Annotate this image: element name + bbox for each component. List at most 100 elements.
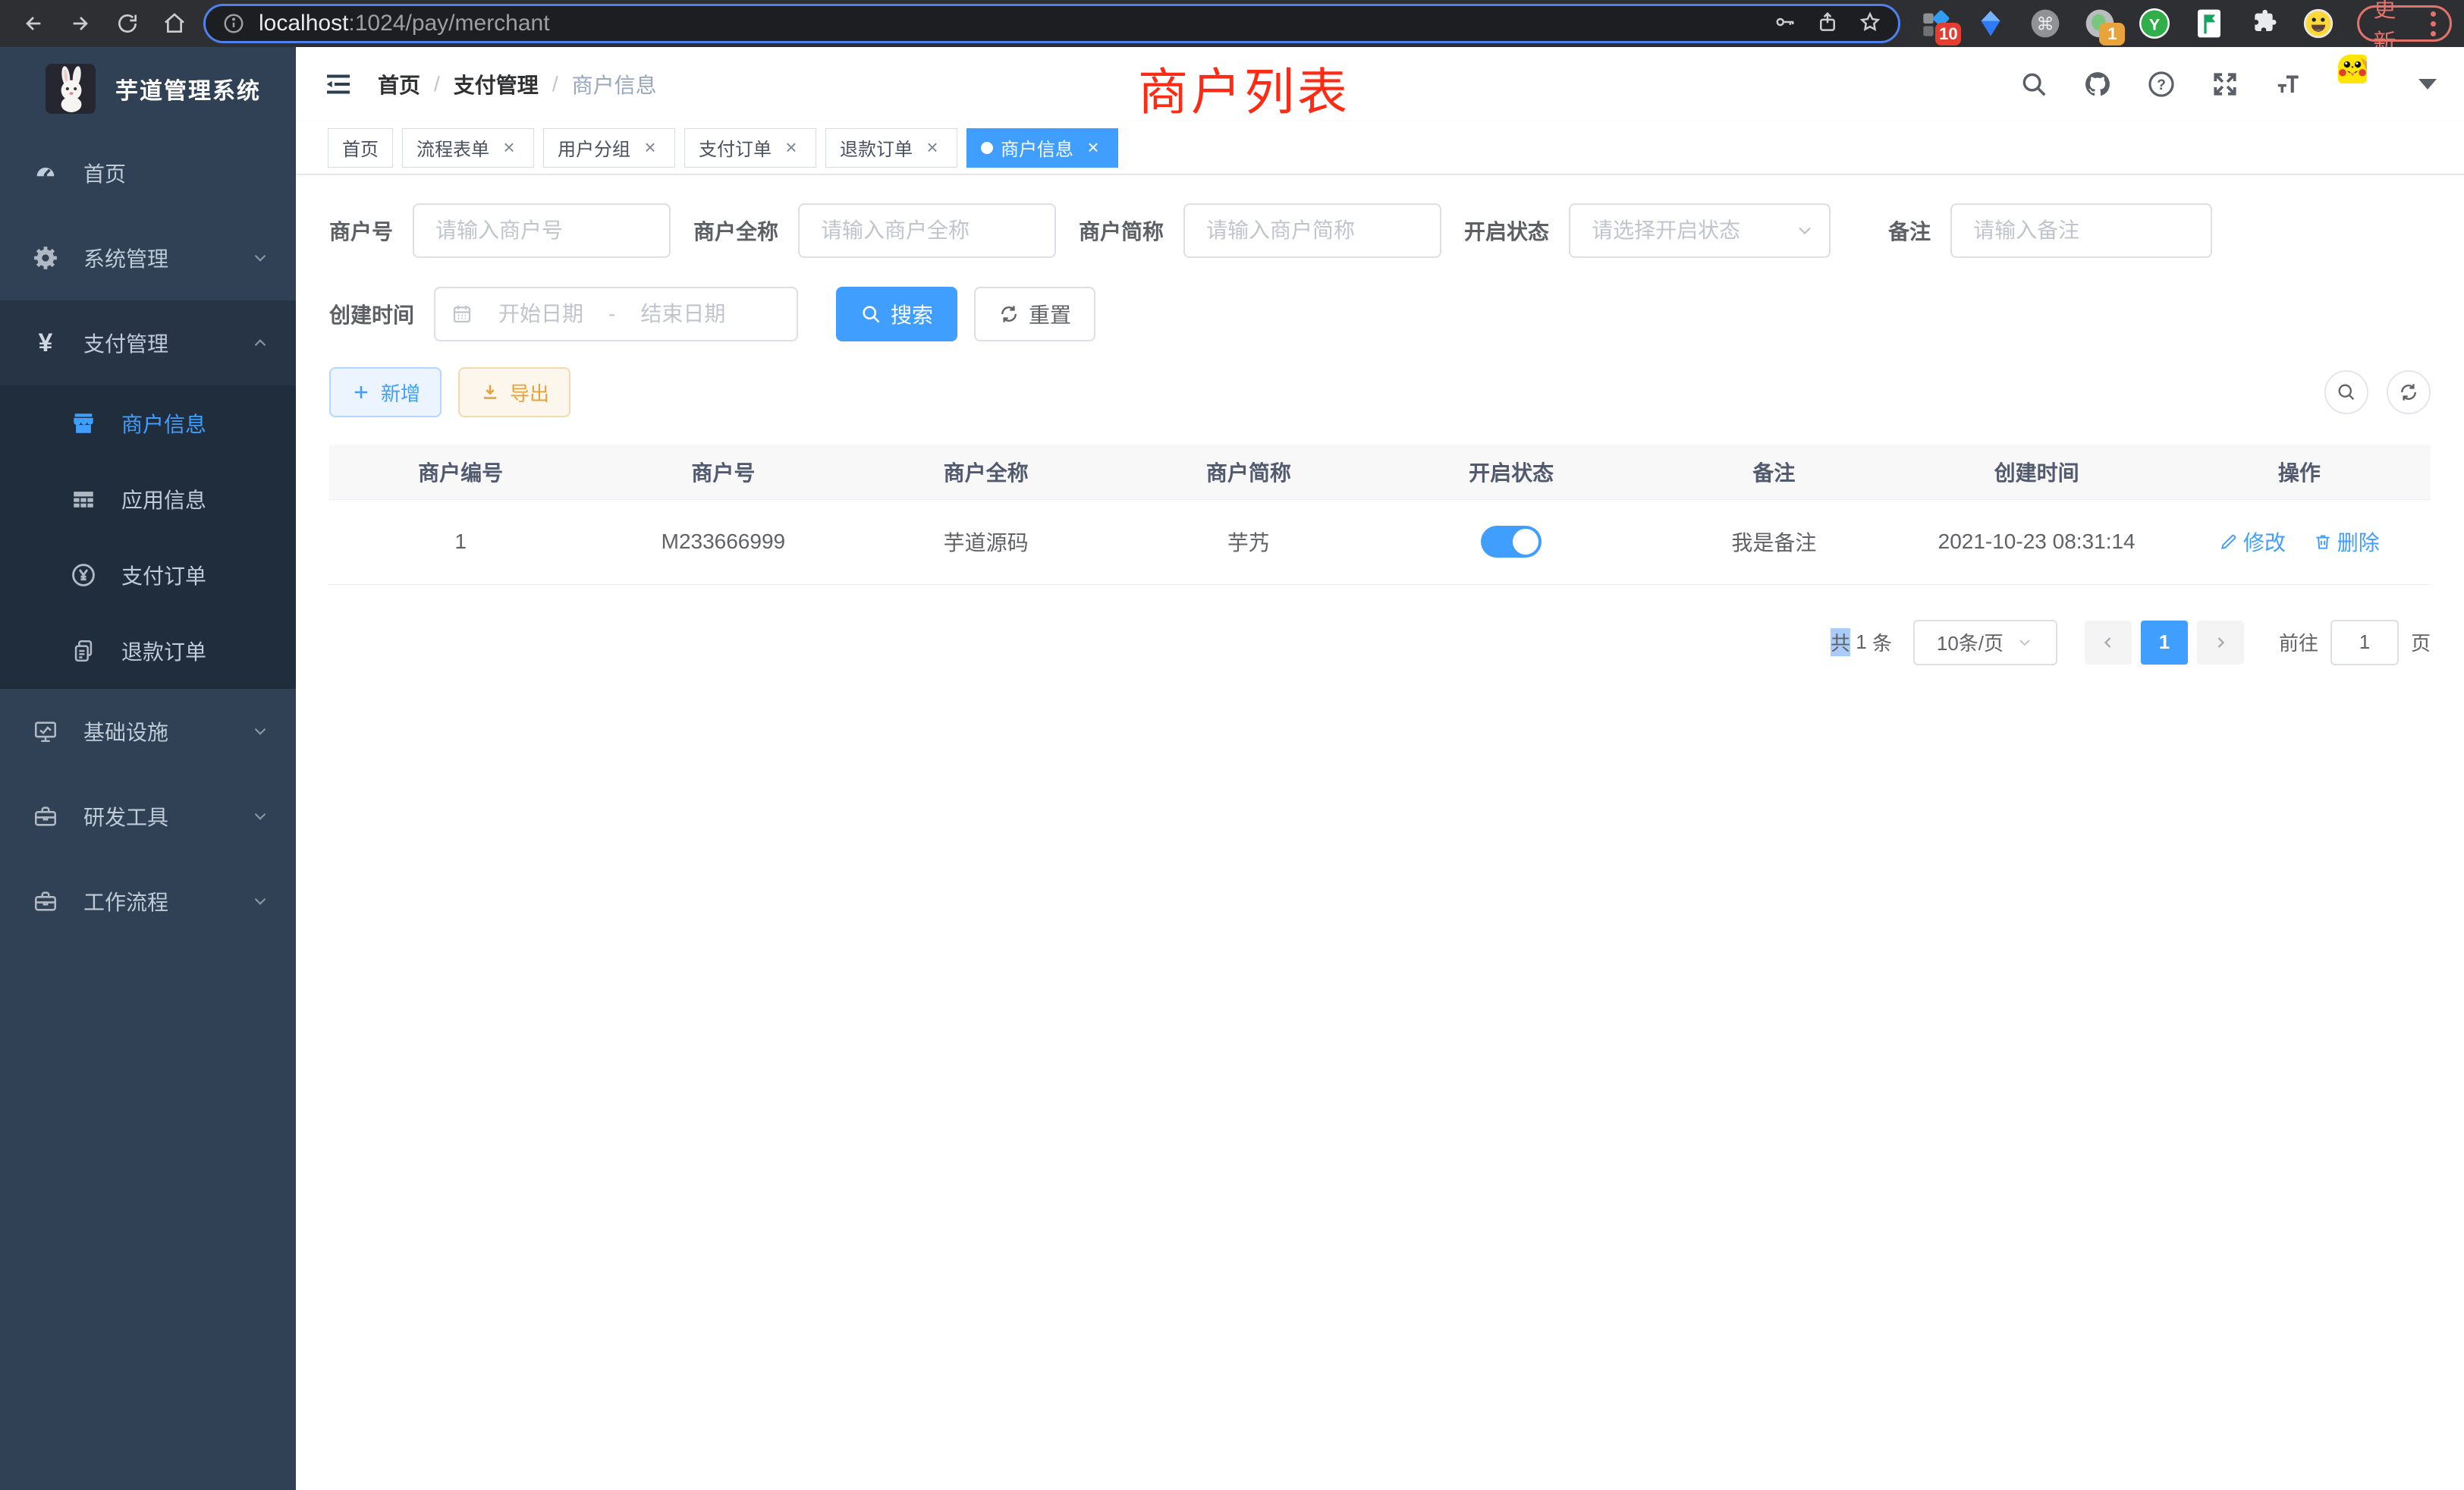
breadcrumb-payment[interactable]: 支付管理 [454, 69, 539, 99]
page-unit-label: 页 [2411, 628, 2431, 656]
font-size-icon[interactable] [2274, 70, 2303, 99]
col-merchant-no: 商户号 [592, 445, 854, 499]
delete-button[interactable]: 删除 [2313, 527, 2380, 557]
add-button[interactable]: 新增 [329, 367, 442, 417]
sidebar-item-system[interactable]: 系统管理 [0, 215, 296, 300]
table-header-row: 商户编号 商户号 商户全称 商户简称 开启状态 备注 创建时间 操作 [329, 445, 2431, 499]
status-label: 开启状态 [1464, 215, 1549, 246]
chevron-down-icon [250, 806, 270, 826]
chevron-up-icon [250, 333, 270, 353]
sidebar-item-app-info[interactable]: 应用信息 [0, 461, 296, 537]
reset-button[interactable]: 重置 [974, 287, 1095, 341]
export-button[interactable]: 导出 [458, 367, 570, 417]
create-time-label: 创建时间 [329, 299, 414, 329]
password-key-icon[interactable] [1774, 11, 1796, 37]
merchant-table: 商户编号 商户号 商户全称 商户简称 开启状态 备注 创建时间 操作 1 M23… [329, 445, 2431, 585]
merchant-no-input[interactable] [413, 203, 671, 258]
ext-blue-diamond-icon[interactable]: 10 [1919, 6, 1953, 41]
filter-row-2: 创建时间 - 搜索 重置 [329, 287, 2431, 341]
merchant-no-label: 商户号 [329, 215, 393, 246]
tab-user-group[interactable]: 用户分组 × [543, 128, 675, 168]
search-icon[interactable] [2019, 70, 2048, 99]
browser-back-button[interactable] [15, 5, 52, 42]
page-size-select[interactable]: 10条/页 [1913, 620, 2057, 665]
document-icon [70, 637, 97, 665]
tab-pay-order[interactable]: 支付订单 × [684, 128, 816, 168]
search-button[interactable]: 搜索 [836, 287, 957, 341]
date-range-picker[interactable]: - [434, 287, 798, 341]
browser-home-button[interactable] [156, 5, 193, 42]
yen-icon: ¥ [32, 329, 59, 357]
sidebar-item-pay-order[interactable]: 支付订单 [0, 537, 296, 613]
end-date-input[interactable] [626, 302, 740, 326]
ext-y-icon[interactable]: Y [2137, 6, 2172, 41]
github-icon[interactable] [2083, 70, 2112, 99]
next-page-button[interactable] [2197, 621, 2244, 665]
chevron-down-icon [250, 248, 270, 268]
close-icon[interactable]: × [781, 136, 802, 159]
merchant-shortname-input[interactable] [1183, 203, 1441, 258]
sidebar-fold-icon[interactable] [317, 63, 360, 105]
pagination: 共 1 条 10条/页 1 前往 页 [329, 620, 2431, 665]
sidebar-menu: 首页 系统管理 ¥ 支付管理 商户信息 [0, 130, 296, 944]
tab-refund-order[interactable]: 退款订单 × [825, 128, 957, 168]
ext-flag-icon[interactable] [2192, 6, 2227, 41]
browser-update-button[interactable]: 更新 [2357, 5, 2452, 42]
share-icon[interactable] [1816, 11, 1839, 37]
start-date-input[interactable] [484, 302, 598, 326]
browser-menu-icon[interactable] [2431, 11, 2436, 36]
grid-icon [70, 486, 97, 513]
url-bar[interactable]: localhost:1024/pay/merchant [203, 4, 1900, 43]
page-number-1[interactable]: 1 [2141, 621, 2188, 665]
browser-forward-button[interactable] [62, 5, 99, 42]
edit-button[interactable]: 修改 [2219, 527, 2286, 557]
cell-merchant-id: 1 [329, 499, 592, 584]
remark-label: 备注 [1888, 215, 1931, 246]
tab-process-form[interactable]: 流程表单 × [402, 128, 534, 168]
close-icon[interactable]: × [1083, 136, 1104, 159]
page-info-icon[interactable] [222, 12, 245, 35]
extensions-puzzle-icon[interactable] [2246, 6, 2281, 41]
fullscreen-icon[interactable] [2211, 70, 2239, 99]
ext-command-icon[interactable]: ⌘ [2028, 6, 2063, 41]
ext-kite-icon[interactable] [1973, 6, 2008, 41]
ext-status-circle-icon[interactable]: 1 [2082, 6, 2117, 41]
logo-rabbit-image [46, 64, 96, 114]
sidebar-item-payment[interactable]: ¥ 支付管理 [0, 300, 296, 385]
tab-merchant-info[interactable]: 商户信息 × [966, 128, 1118, 168]
help-icon[interactable]: ? [2147, 70, 2176, 99]
close-icon[interactable]: × [640, 136, 661, 159]
sidebar-item-refund-order[interactable]: 退款订单 [0, 613, 296, 689]
col-actions: 操作 [2168, 445, 2431, 499]
merchant-shortname-label: 商户简称 [1079, 215, 1164, 246]
breadcrumb-home[interactable]: 首页 [378, 69, 420, 99]
url-text: localhost:1024/pay/merchant [259, 11, 1774, 36]
svg-text:⌘: ⌘ [2037, 14, 2054, 33]
refresh-icon[interactable] [2387, 370, 2431, 414]
bookmark-star-icon[interactable] [1859, 11, 1881, 37]
status-toggle[interactable] [1481, 526, 1542, 558]
tab-home[interactable]: 首页 [328, 128, 393, 168]
col-create-time: 创建时间 [1906, 445, 2168, 499]
ext-emoji-icon[interactable] [2301, 6, 2336, 41]
sidebar-item-workflow[interactable]: 工作流程 [0, 859, 296, 944]
goto-label: 前往 [2279, 628, 2318, 656]
merchant-fullname-input[interactable] [798, 203, 1056, 258]
sidebar-item-dev-tools[interactable]: 研发工具 [0, 774, 296, 859]
user-menu-caret-icon[interactable] [2418, 79, 2437, 90]
user-avatar[interactable] [2338, 55, 2397, 114]
payment-submenu: 商户信息 应用信息 支付订单 退款订单 [0, 385, 296, 689]
sidebar-item-home[interactable]: 首页 [0, 130, 296, 215]
prev-page-button[interactable] [2085, 621, 2132, 665]
goto-page-input[interactable] [2330, 620, 2399, 665]
remark-input[interactable] [1950, 203, 2212, 258]
close-icon[interactable]: × [498, 136, 520, 159]
close-icon[interactable]: × [922, 136, 943, 159]
status-select[interactable] [1569, 203, 1831, 258]
hide-search-icon[interactable] [2324, 370, 2368, 414]
sidebar-item-merchant-info[interactable]: 商户信息 [0, 385, 296, 461]
col-short-name: 商户简称 [1117, 445, 1380, 499]
sidebar-item-infrastructure[interactable]: 基础设施 [0, 689, 296, 774]
browser-toolbar: localhost:1024/pay/merchant 10 ⌘ 1 Y [0, 0, 2464, 47]
browser-reload-button[interactable] [109, 5, 146, 42]
